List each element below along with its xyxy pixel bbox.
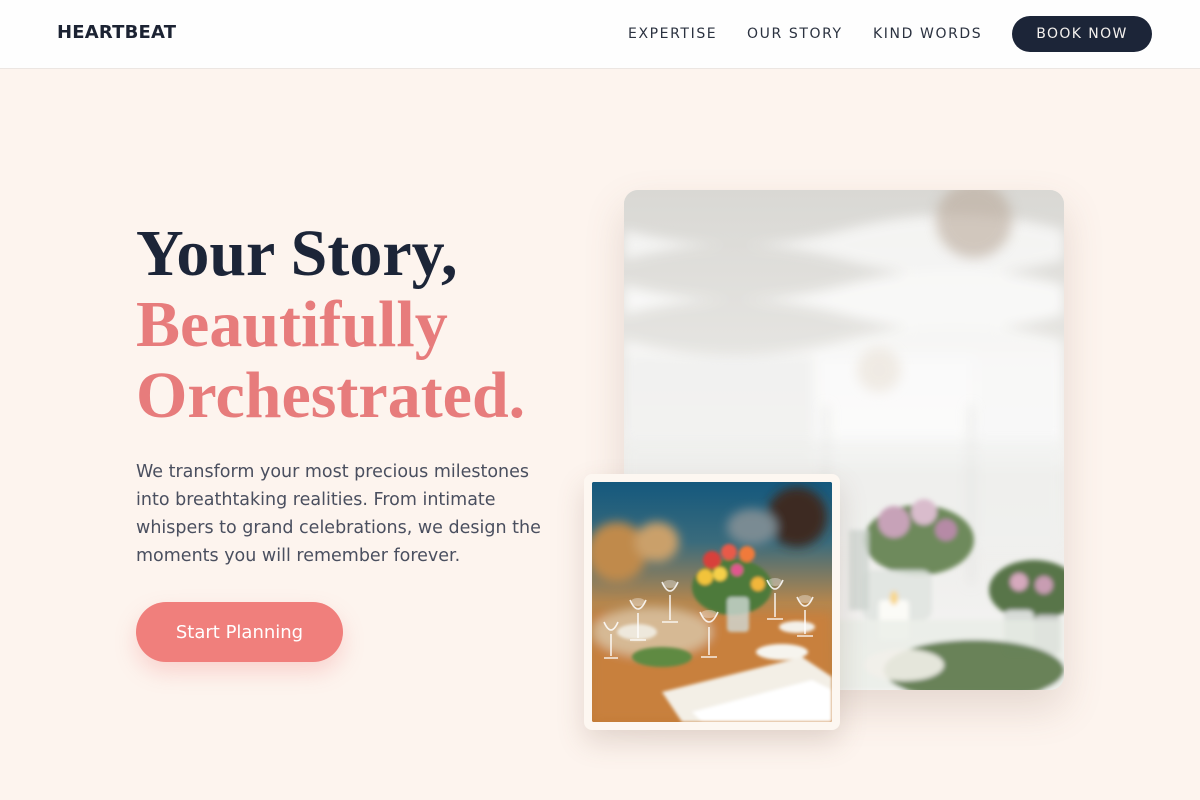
nav-link-expertise[interactable]: EXPERTISE xyxy=(628,26,717,42)
book-now-button[interactable]: BOOK NOW xyxy=(1012,16,1152,52)
brand-logo[interactable]: HEARTBEAT xyxy=(57,22,176,43)
hero-description: We transform your most precious mileston… xyxy=(136,462,541,566)
start-planning-button[interactable]: Start Planning xyxy=(136,602,343,662)
table-setting-photo xyxy=(592,482,832,722)
hero-title-line-1: Your Story, xyxy=(136,217,458,290)
table-photo-frame xyxy=(584,474,840,730)
nav-link-kind-words[interactable]: KIND WORDS xyxy=(873,26,982,42)
hero-title-line-3: Orchestrated. xyxy=(136,359,526,432)
hero-title: Your Story, Beautifully Orchestrated. xyxy=(136,218,525,431)
nav-link-our-story[interactable]: OUR STORY xyxy=(747,26,843,42)
top-navigation-bar: HEARTBEAT EXPERTISE OUR STORY KIND WORDS… xyxy=(0,0,1200,69)
table-setting-illustration xyxy=(592,482,832,722)
hero-title-line-2: Beautifully xyxy=(136,288,448,361)
